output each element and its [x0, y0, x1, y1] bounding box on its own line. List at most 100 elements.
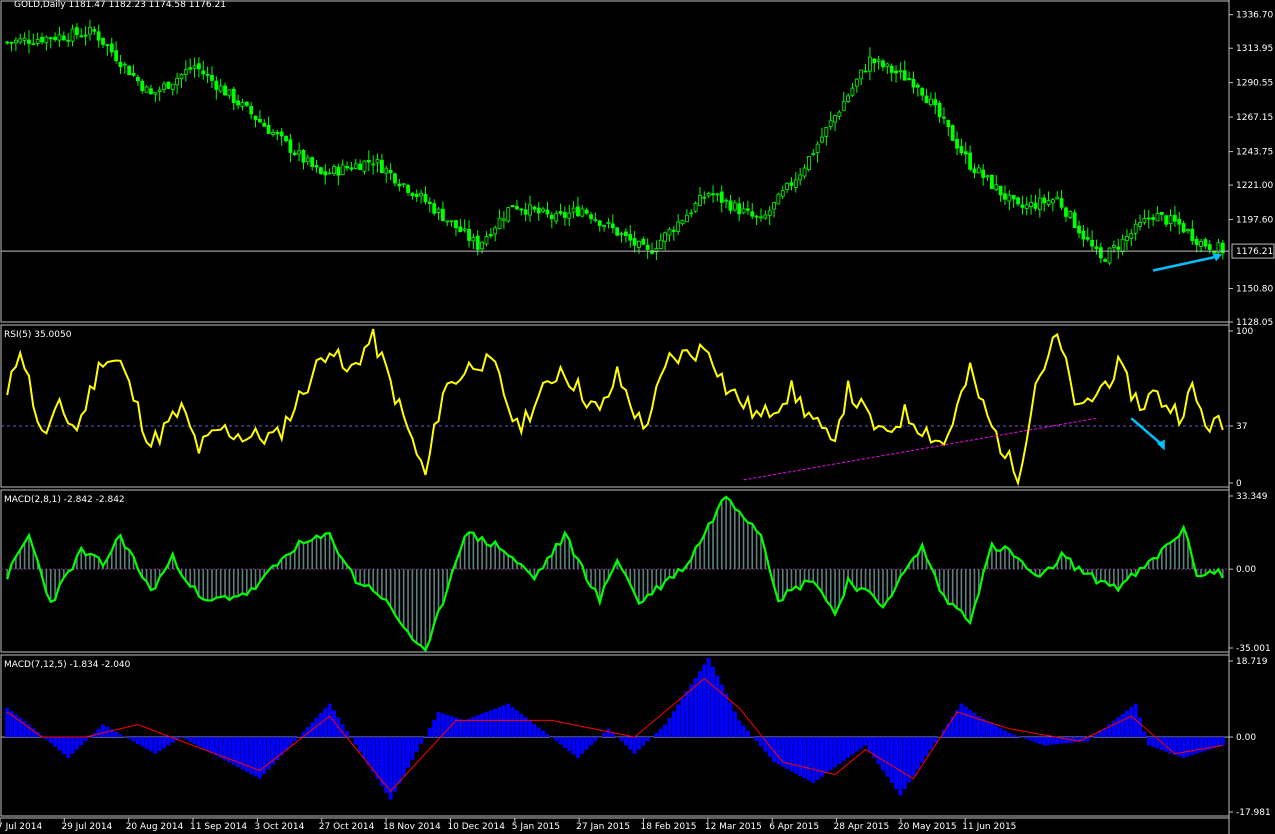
macd-slow-bar: [1094, 734, 1099, 738]
candle-body: [867, 56, 872, 72]
macd-fast-pane[interactable]: MACD(2,8,1) -2.842 -2.842: [1, 495, 1229, 653]
candle-body: [379, 159, 384, 174]
candle-body: [850, 87, 855, 96]
candle-body: [57, 34, 62, 41]
macd-slow-bar: [162, 737, 166, 749]
candle-body: [1024, 204, 1029, 209]
macd-slow-bar: [140, 737, 145, 747]
candle-body: [824, 126, 829, 137]
macd-slow-bar: [358, 737, 363, 752]
macd-slow-bar: [911, 737, 916, 776]
candle-body: [501, 218, 506, 221]
macd-slow-bar: [998, 728, 1003, 738]
candle-body: [881, 60, 885, 68]
candle-body: [950, 125, 955, 141]
macd-slow-bar: [327, 703, 332, 738]
macd-slow-bar: [536, 727, 541, 738]
candle-body: [859, 69, 864, 80]
candle-body: [541, 208, 546, 212]
candle-body: [162, 83, 166, 90]
candle-body: [9, 41, 14, 44]
candle-body: [449, 220, 454, 223]
candle-body: [728, 200, 733, 211]
price-axis-label: 0: [1236, 479, 1242, 489]
candle-body: [876, 59, 881, 62]
candle-body: [667, 228, 672, 236]
macd-slow-bar: [902, 737, 907, 789]
macd-slow-bar: [323, 708, 328, 738]
candle-body: [911, 78, 916, 88]
candle-body: [1011, 194, 1016, 200]
macd-slow-bar: [532, 724, 537, 738]
price-axis-label: -35.001: [1236, 644, 1271, 654]
macd-slow-bar: [724, 693, 729, 738]
candle-body: [780, 190, 785, 197]
macd-slow-title: MACD(7,12,5) -1.834 -2.040: [4, 660, 131, 670]
candle-body: [414, 193, 419, 198]
macd-slow-bar: [318, 713, 323, 738]
macd-slow-bar: [571, 737, 576, 755]
macd-slow-bar: [841, 737, 846, 762]
candle-body: [641, 238, 646, 245]
rsi-pane[interactable]: RSI(5) 35.0050: [1, 328, 1229, 487]
macd-slow-bar: [894, 737, 898, 790]
candle-body: [698, 195, 702, 206]
candle-body: [92, 29, 97, 32]
candle-body: [358, 163, 363, 171]
macd-slow-bar: [654, 732, 659, 738]
candle-body: [188, 67, 193, 70]
candle-body: [863, 70, 868, 73]
macd-slow-signal-line: [6, 678, 1223, 792]
macd-slow-bar: [833, 737, 837, 768]
candle-body: [327, 172, 332, 175]
candle-body: [1107, 247, 1112, 264]
candle-body: [48, 37, 53, 40]
candle-body: [35, 39, 40, 44]
candle-body: [689, 212, 694, 215]
macd-slow-pane[interactable]: MACD(7,12,5) -1.834 -2.040: [1, 657, 1229, 800]
candle-body: [1081, 230, 1086, 240]
macd-slow-bar: [458, 718, 463, 738]
macd-slow-bar: [196, 737, 201, 747]
macd-slow-bar: [244, 737, 249, 772]
candle-body: [332, 166, 336, 175]
candle-body: [375, 158, 380, 164]
candle-body: [310, 157, 315, 167]
macd-slow-bar: [650, 737, 654, 738]
candle-body: [1042, 197, 1047, 204]
time-axis-label: 11 Sep 2014: [190, 822, 247, 832]
macd-slow-bar: [706, 657, 711, 738]
macd-slow-bar: [558, 737, 563, 745]
macd-slow-bar: [615, 737, 620, 738]
macd-slow-bar: [1151, 737, 1156, 747]
candle-body: [584, 209, 589, 214]
macd-slow-bar: [549, 737, 554, 738]
candle-body: [1050, 199, 1055, 204]
candle-body: [732, 202, 737, 211]
macd-slow-bar: [950, 716, 955, 738]
candle-body: [959, 146, 964, 154]
macd-slow-bar: [475, 715, 480, 738]
candle-body: [240, 102, 245, 107]
macd-slow-bar: [628, 737, 633, 750]
candle-body: [493, 227, 498, 235]
macd-slow-bar: [414, 737, 419, 752]
candle-body: [1186, 229, 1190, 232]
candle-body: [127, 65, 132, 76]
candle-body: [349, 167, 354, 170]
trading-chart[interactable]: GOLD,Daily 1181.47 1182.23 1174.58 1176.…: [0, 0, 1275, 834]
macd-slow-bar: [201, 737, 206, 749]
candle-body: [179, 73, 184, 80]
macd-slow-bar: [432, 719, 437, 738]
macd-slow-bar: [1050, 737, 1055, 745]
candle-body: [323, 171, 328, 176]
candle-body: [928, 98, 933, 106]
candle-body: [388, 170, 393, 174]
macd-slow-bar: [74, 737, 79, 750]
candle-pane[interactable]: GOLD,Daily 1181.47 1182.23 1174.58 1176.…: [1, 0, 1229, 272]
candle-body: [946, 119, 951, 128]
macd-slow-bar: [1164, 737, 1169, 752]
candle-body: [262, 122, 267, 127]
candle-body: [1194, 238, 1199, 246]
candle-body: [920, 87, 925, 96]
